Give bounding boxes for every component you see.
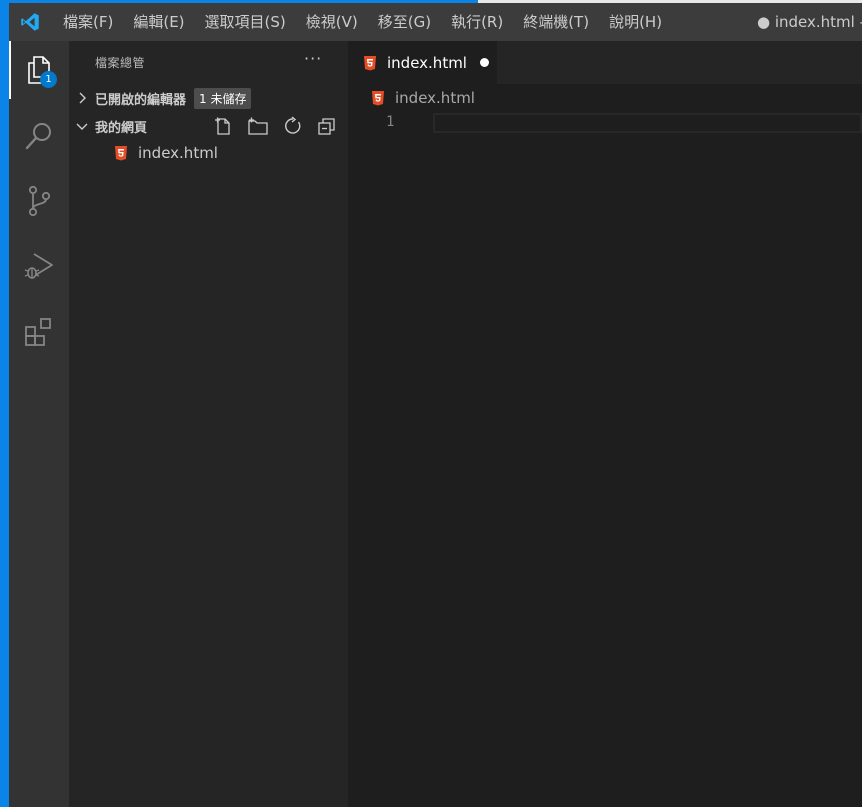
collapse-all-icon[interactable] [317,116,337,136]
line-number: 1 [386,114,395,130]
search-icon [25,123,51,150]
explorer-sidebar: 檔案總管 ··· 已開啟的編輯器 1 未儲存 我的網頁 index.html [69,41,348,807]
extensions-icon [25,318,51,346]
editor-text-area[interactable] [433,113,862,133]
window-title: ● index.html - 我 [757,13,862,31]
folder-section[interactable]: 我的網頁 [69,113,348,139]
run-debug-button[interactable] [9,237,69,295]
folder-actions [213,113,337,139]
menu-file[interactable]: 檔案(F) [53,3,123,41]
new-folder-icon[interactable] [247,116,269,136]
tab-index-html[interactable]: index.html [348,41,497,84]
breadcrumb-file[interactable]: index.html [395,89,475,107]
run-debug-icon [24,253,53,279]
tab-label: index.html [387,53,467,72]
menu-edit[interactable]: 編輯(E) [123,3,194,41]
breadcrumb[interactable]: index.html [348,86,475,110]
chevron-down-icon [69,121,95,131]
unsaved-dot-icon[interactable] [479,58,489,67]
vscode-logo-icon[interactable] [11,3,49,41]
source-control-button[interactable] [9,172,69,230]
new-file-icon[interactable] [213,116,233,136]
html5-icon [363,55,377,71]
file-name: index.html [138,144,218,162]
source-control-icon [28,185,51,217]
title-bar: 檔案(F) 編輯(E) 選取項目(S) 檢視(V) 移至(G) 執行(R) 終端… [9,3,862,41]
extensions-button[interactable] [9,302,69,360]
vscode-window: 檔案(F) 編輯(E) 選取項目(S) 檢視(V) 移至(G) 執行(R) 終端… [0,0,862,807]
window-border-left [0,0,9,807]
menu-terminal[interactable]: 終端機(T) [513,3,599,41]
html5-icon [114,145,128,161]
explorer-button[interactable]: 1 [9,41,69,99]
unsaved-badge: 1 未儲存 [194,87,252,109]
refresh-icon[interactable] [283,116,303,136]
editor-area: index.html index.html 1 [348,41,862,807]
menu-selection[interactable]: 選取項目(S) [195,3,296,41]
activity-bar: 1 [9,41,69,807]
open-editors-label: 已開啟的編輯器 [95,92,187,108]
menu-run[interactable]: 執行(R) [441,3,513,41]
chevron-right-icon [69,92,95,104]
open-editors-section[interactable]: 已開啟的編輯器 1 未儲存 [69,85,348,111]
tab-bar: index.html [348,41,862,84]
html5-icon [371,90,385,106]
more-actions-button[interactable]: ··· [304,49,322,68]
explorer-badge: 1 [40,71,57,88]
sidebar-title: 檔案總管 [95,56,146,70]
menu-go[interactable]: 移至(G) [368,3,441,41]
menu-bar: 檔案(F) 編輯(E) 選取項目(S) 檢視(V) 移至(G) 執行(R) 終端… [53,3,672,41]
menu-view[interactable]: 檢視(V) [296,3,368,41]
menu-help[interactable]: 說明(H) [599,3,672,41]
folder-label: 我的網頁 [95,120,148,136]
search-button[interactable] [9,107,69,165]
file-item-index-html[interactable]: index.html [69,141,348,165]
